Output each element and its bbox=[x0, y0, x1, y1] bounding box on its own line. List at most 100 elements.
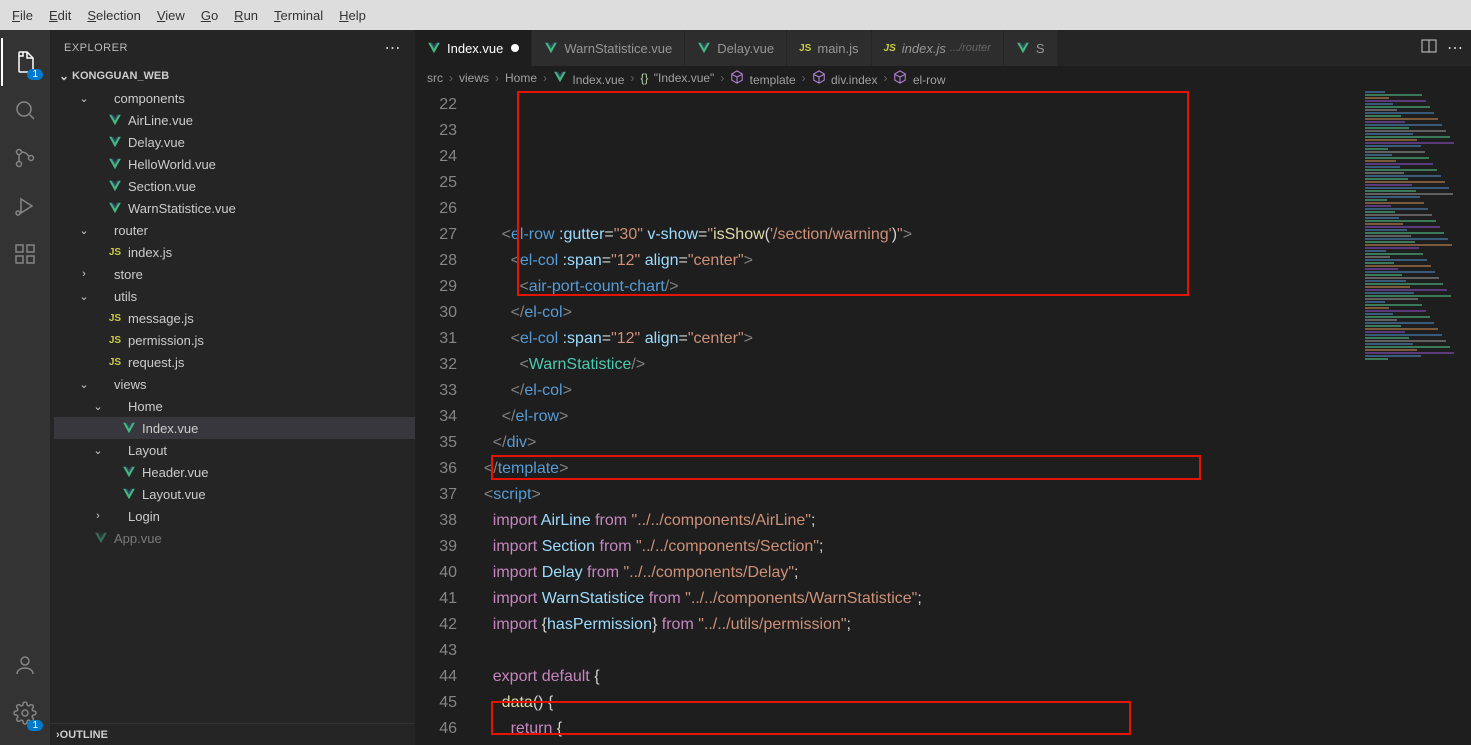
code-line[interactable]: <air-port-count-chart/> bbox=[475, 274, 1361, 300]
symbol-icon bbox=[730, 70, 744, 84]
code-line[interactable]: <script> bbox=[475, 482, 1361, 508]
activity-explorer-icon[interactable]: 1 bbox=[1, 38, 49, 86]
vue-file-icon bbox=[427, 41, 441, 55]
code-line[interactable]: <WarnStatistice/> bbox=[475, 352, 1361, 378]
editor-tab[interactable]: WarnStatistice.vue bbox=[532, 30, 685, 66]
menu-selection[interactable]: Selection bbox=[79, 4, 148, 27]
editor-tab[interactable]: JSmain.js bbox=[787, 30, 871, 66]
code-line[interactable]: import Section from "../../components/Se… bbox=[475, 534, 1361, 560]
chevron-icon: ⌄ bbox=[76, 92, 92, 105]
code-line[interactable]: import AirLine from "../../components/Ai… bbox=[475, 508, 1361, 534]
activity-scm-icon[interactable] bbox=[1, 134, 49, 182]
code-line[interactable]: </template> bbox=[475, 456, 1361, 482]
breadcrumb-item[interactable]: Home bbox=[505, 71, 537, 85]
activity-settings-icon[interactable]: 1 bbox=[1, 689, 49, 737]
file-item[interactable]: Layout.vue bbox=[54, 483, 415, 505]
chevron-icon: ⌄ bbox=[76, 378, 92, 391]
file-item[interactable]: JSpermission.js bbox=[54, 329, 415, 351]
file-item[interactable]: JSindex.js bbox=[54, 241, 415, 263]
menu-edit[interactable]: Edit bbox=[41, 4, 79, 27]
folder-item[interactable]: ⌄ views bbox=[54, 373, 415, 395]
js-file-icon: JS bbox=[884, 43, 896, 54]
sidebar-explorer: EXPLORER ⋯ ⌄ KONGGUAN_WEB ⌄componentsAir… bbox=[50, 30, 415, 745]
explorer-badge: 1 bbox=[27, 69, 43, 80]
editor-tab[interactable]: JSindex.js.../router bbox=[872, 30, 1004, 66]
code-line[interactable] bbox=[475, 638, 1361, 664]
menu-terminal[interactable]: Terminal bbox=[266, 4, 331, 27]
file-label: Delay.vue bbox=[128, 135, 185, 150]
file-item[interactable]: JSrequest.js bbox=[54, 351, 415, 373]
folder-item[interactable]: ›store bbox=[54, 263, 415, 285]
code-editor[interactable]: <el-row :gutter="30" v-show="isShow('/se… bbox=[475, 90, 1361, 745]
code-line[interactable]: <el-col :span="12" align="center"> bbox=[475, 326, 1361, 352]
menu-run[interactable]: Run bbox=[226, 4, 266, 27]
folder-item[interactable]: ⌄Layout bbox=[54, 439, 415, 461]
activity-account-icon[interactable] bbox=[1, 641, 49, 689]
sidebar-more-icon[interactable]: ⋯ bbox=[385, 38, 402, 58]
minimap[interactable] bbox=[1361, 90, 1471, 745]
file-item[interactable]: JSmessage.js bbox=[54, 307, 415, 329]
code-line[interactable]: import WarnStatistice from "../../compon… bbox=[475, 586, 1361, 612]
file-label: AirLine.vue bbox=[128, 113, 193, 128]
menu-go[interactable]: Go bbox=[193, 4, 226, 27]
code-line[interactable]: </div> bbox=[475, 430, 1361, 456]
outline-section[interactable]: › OUTLINE bbox=[50, 723, 415, 745]
breadcrumb-item[interactable]: template bbox=[730, 70, 795, 87]
file-item[interactable]: App.vue bbox=[54, 527, 415, 549]
editor-tab[interactable]: S bbox=[1004, 30, 1058, 66]
file-tree: ⌄components AirLine.vue Delay.vue HelloWorl… bbox=[50, 87, 415, 723]
breadcrumb-item[interactable]: el-row bbox=[893, 70, 945, 87]
menu-view[interactable]: View bbox=[149, 4, 193, 27]
breadcrumb-item[interactable]: views bbox=[459, 71, 489, 85]
file-label: views bbox=[114, 377, 147, 392]
line-gutter: 2223242526272829303132333435363738394041… bbox=[415, 90, 475, 745]
dirty-indicator bbox=[511, 44, 519, 52]
breadcrumb-item[interactable]: div.index bbox=[812, 70, 878, 87]
folder-item[interactable]: › Login bbox=[54, 505, 415, 527]
code-line[interactable]: </el-col> bbox=[475, 378, 1361, 404]
breadcrumb-item[interactable]: src bbox=[427, 71, 443, 85]
code-line[interactable]: </el-row> bbox=[475, 404, 1361, 430]
file-item[interactable]: AirLine.vue bbox=[54, 109, 415, 131]
code-line[interactable]: return { bbox=[475, 716, 1361, 742]
file-item[interactable]: Index.vue bbox=[54, 417, 415, 439]
file-item[interactable]: Delay.vue bbox=[54, 131, 415, 153]
menu-file[interactable]: File bbox=[4, 4, 41, 27]
activity-extensions-icon[interactable] bbox=[1, 230, 49, 278]
editor-tab[interactable]: Index.vue bbox=[415, 30, 532, 66]
file-label: Layout.vue bbox=[142, 487, 206, 502]
file-label: Login bbox=[128, 509, 160, 524]
chevron-icon: ⌄ bbox=[76, 290, 92, 303]
file-item[interactable]: HelloWorld.vue bbox=[54, 153, 415, 175]
file-item[interactable]: WarnStatistice.vue bbox=[54, 197, 415, 219]
folder-item[interactable]: ⌄router bbox=[54, 219, 415, 241]
code-line[interactable]: <el-col :span="12" align="center"> bbox=[475, 248, 1361, 274]
editor-tab[interactable]: Delay.vue bbox=[685, 30, 787, 66]
activity-search-icon[interactable] bbox=[1, 86, 49, 134]
breadcrumb-item[interactable]: Index.vue bbox=[553, 70, 624, 87]
file-label: utils bbox=[114, 289, 137, 304]
breadcrumb[interactable]: src›views›Home› Index.vue›{} "Index.vue"… bbox=[415, 66, 1471, 90]
code-line[interactable]: export default { bbox=[475, 664, 1361, 690]
symbol-icon bbox=[893, 70, 907, 84]
code-line[interactable]: import Delay from "../../components/Dela… bbox=[475, 560, 1361, 586]
folder-item[interactable]: ⌄Home bbox=[54, 395, 415, 417]
split-editor-icon[interactable] bbox=[1421, 38, 1437, 59]
activity-debug-icon[interactable] bbox=[1, 182, 49, 230]
menubar: File Edit Selection View Go Run Terminal… bbox=[0, 0, 1471, 30]
code-line[interactable]: </el-col> bbox=[475, 300, 1361, 326]
breadcrumb-item[interactable]: {} "Index.vue" bbox=[640, 71, 714, 85]
js-file-icon: JS bbox=[106, 247, 124, 258]
file-item[interactable]: Section.vue bbox=[54, 175, 415, 197]
code-line[interactable]: data() { bbox=[475, 690, 1361, 716]
menu-help[interactable]: Help bbox=[331, 4, 374, 27]
folder-root[interactable]: ⌄ KONGGUAN_WEB bbox=[50, 65, 415, 87]
folder-item[interactable]: ⌄components bbox=[54, 87, 415, 109]
code-line[interactable]: import {hasPermission} from "../../utils… bbox=[475, 612, 1361, 638]
code-line[interactable]: <el-row :gutter="30" v-show="isShow('/se… bbox=[475, 222, 1361, 248]
file-item[interactable]: Header.vue bbox=[54, 461, 415, 483]
chevron-icon: › bbox=[90, 510, 106, 522]
file-label: Home bbox=[128, 399, 163, 414]
folder-item[interactable]: ⌄ utils bbox=[54, 285, 415, 307]
more-icon[interactable]: ⋯ bbox=[1447, 38, 1463, 58]
